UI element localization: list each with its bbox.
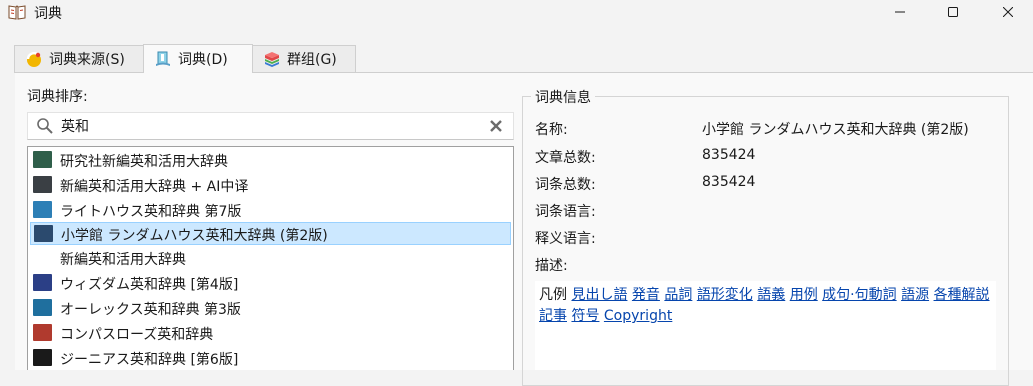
list-item[interactable]: コンパスローズ英和辞典 [30,322,511,345]
desc-link-examples[interactable]: 用例 [790,287,818,303]
dictionary-label: 新編英和活用大辞典 + AI中译 [60,179,249,195]
dictionary-label: 新編英和活用大辞典 [60,252,186,268]
dictionary-label: ジーニアス英和辞典 [第6版] [60,352,239,368]
name-label: 名称: [535,122,568,138]
minimize-button[interactable] [877,0,923,24]
entry-language-label: 词条语言: [535,204,596,220]
order-label: 词典排序: [27,89,88,105]
desc-link-symbols[interactable]: 符号 [571,308,599,324]
list-item[interactable]: 研究社新編英和活用大辞典 [30,149,511,172]
maximize-icon [948,7,958,17]
close-icon [1003,7,1013,17]
clear-search-icon[interactable] [489,119,503,133]
dictionary-cover-icon [33,349,52,366]
entries-label: 词条总数: [535,177,596,193]
tab-dictionaries[interactable]: 词典(D) [143,44,253,73]
tab-groups-label: 群组(G) [287,52,337,68]
description-label: 描述: [535,258,568,274]
dictionary-label: コンパスローズ英和辞典 [60,327,214,343]
desc-link-headword[interactable]: 見出し語 [571,287,627,303]
tab-sources-label: 词典来源(S) [49,52,125,68]
name-value: 小学館 ランダムハウス英和大辞典 (第2版) [702,122,969,138]
search-icon [37,118,53,134]
sources-icon [26,51,41,67]
tab-dictionaries-label: 词典(D) [178,52,228,68]
list-item[interactable]: オーレックス英和辞典 第3版 [30,297,511,320]
tab-sources[interactable]: 词典来源(S) [14,45,144,72]
articles-value: 835424 [702,147,756,163]
dictionary-cover-icon [33,201,52,218]
dictionary-cover-icon [33,299,52,316]
list-item[interactable]: ウィズダム英和辞典 [第4版] [30,272,511,295]
dictionary-label: オーレックス英和辞典 第3版 [60,302,241,318]
desc-link-inflection[interactable]: 語形変化 [697,287,753,303]
list-item-selected[interactable]: 小学館 ランダムハウス英和大辞典 (第2版) [30,222,511,245]
description-text: 凡例 見出し語 発音 品詞 語形変化 語義 用例 成句·句動詞 語源 各種解説記… [539,285,995,327]
groups-icon [265,52,279,67]
list-item[interactable]: ライトハウス英和辞典 第7版 [30,199,511,222]
dictionary-cover-icon [33,151,52,168]
dictionary-cover-icon [33,274,52,291]
description-box: 凡例 見出し語 発音 品詞 語形変化 語義 用例 成句·句動詞 語源 各種解説記… [535,281,996,370]
dictionary-info-legend: 词典信息 [531,87,595,107]
dictionary-label: ウィズダム英和辞典 [第4版] [60,277,239,293]
definition-language-label: 释义语言: [535,231,596,247]
close-button[interactable] [985,0,1031,24]
entries-value: 835424 [702,174,756,190]
desc-link-meaning[interactable]: 語義 [757,287,785,303]
list-item[interactable]: 新編英和活用大辞典 [30,247,511,270]
desc-link-part-of-speech[interactable]: 品詞 [664,287,692,303]
minimize-icon [895,11,905,13]
dictionary-label: 研究社新編英和活用大辞典 [60,154,228,170]
dictionary-label: ライトハウス英和辞典 第7版 [60,204,242,220]
dictionary-cover-icon [33,176,52,193]
title-bar: 词典 [0,0,1033,24]
maximize-button[interactable] [930,0,976,24]
window-title: 词典 [34,6,62,22]
articles-label: 文章总数: [535,150,596,166]
list-item[interactable]: 新編英和活用大辞典 + AI中译 [30,174,511,197]
desc-link-pronunciation[interactable]: 発音 [632,287,660,303]
search-box[interactable] [27,112,514,140]
list-item[interactable]: ジーニアス英和辞典 [第6版] [30,347,511,370]
tab-groups[interactable]: 群组(G) [252,45,356,72]
desc-link-copyright[interactable]: Copyright [604,308,672,324]
dictionary-icon [156,51,170,66]
book-icon [8,5,26,20]
search-input[interactable] [61,116,481,136]
dictionary-list[interactable]: 研究社新編英和活用大辞典 新編英和活用大辞典 + AI中译 ライトハウス英和辞典… [27,146,514,370]
desc-link-phrases[interactable]: 成句·句動詞 [822,287,896,303]
desc-link-etymology[interactable]: 語源 [901,287,929,303]
dictionary-cover-icon [33,324,52,341]
description-prefix: 凡例 [539,287,567,303]
dictionary-cover-icon [34,225,53,242]
dictionary-label: 小学館 ランダムハウス英和大辞典 (第2版) [61,228,328,244]
